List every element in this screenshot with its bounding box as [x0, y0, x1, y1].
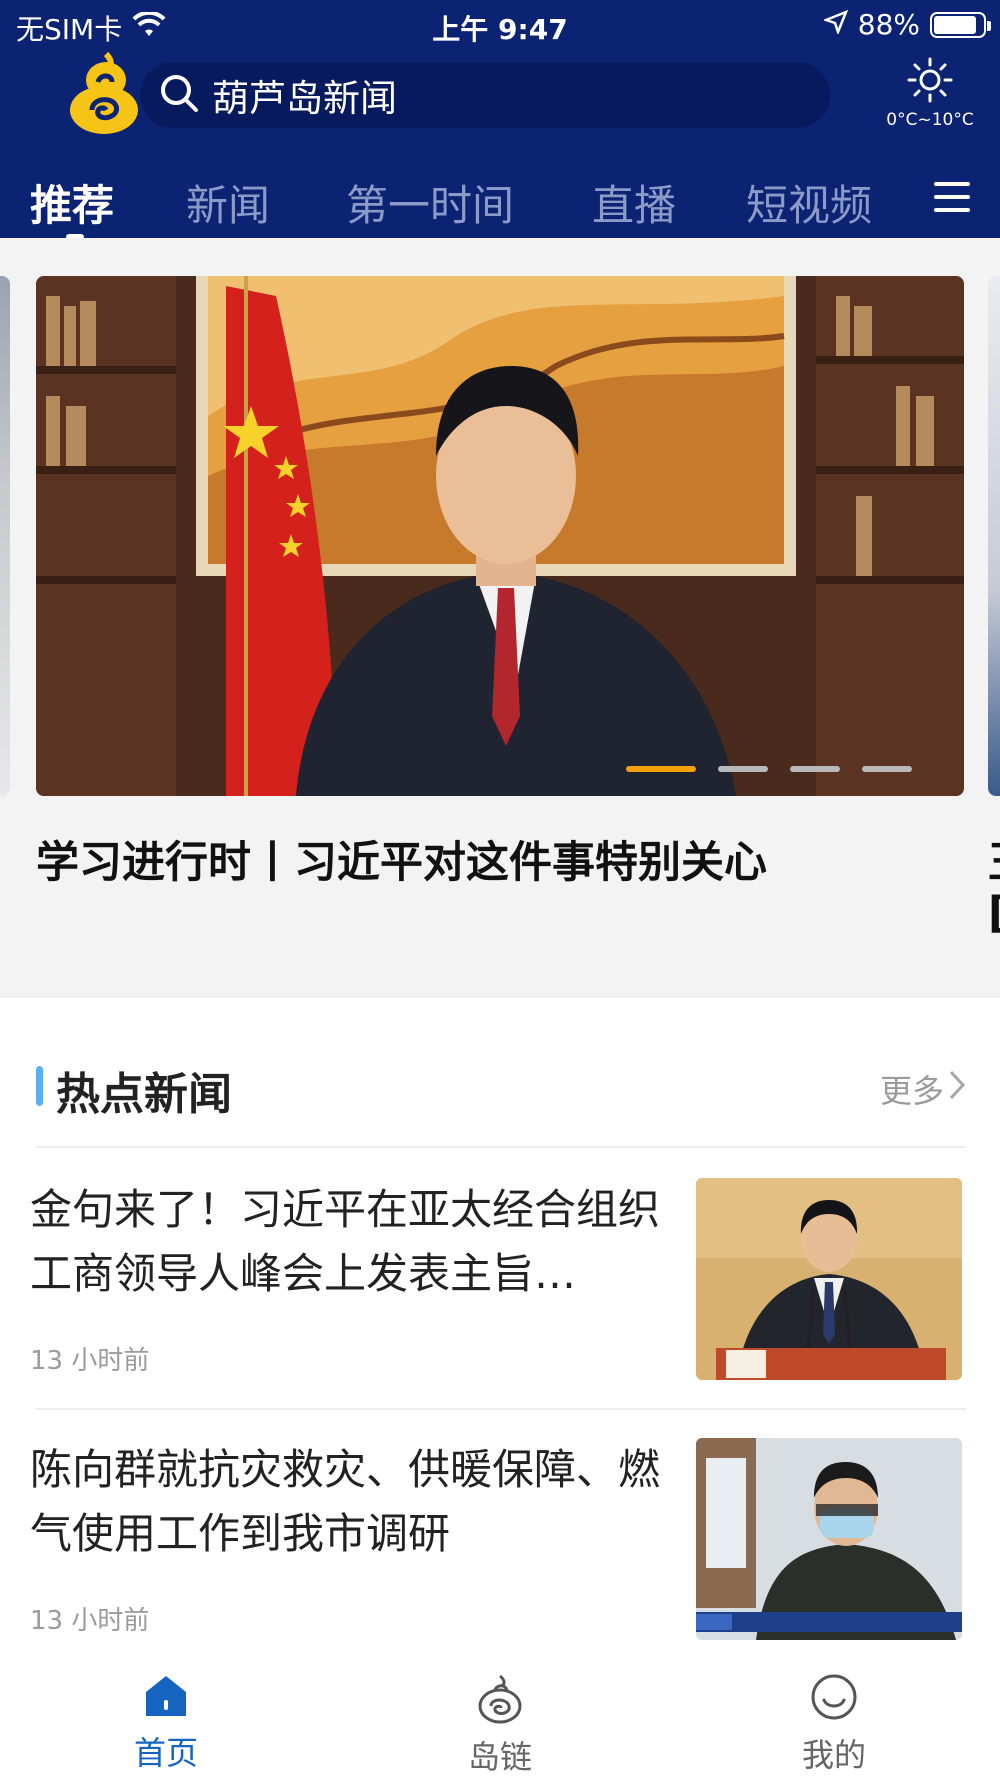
bottom-tab-bar: 首页 岛链 我的	[0, 1660, 1000, 1778]
carousel-dot[interactable]	[718, 766, 768, 772]
news-title: 金句来了！习近平在亚太经合组织工商领导人峰会上发表主旨…	[30, 1185, 661, 1298]
carousel-dot[interactable]	[626, 766, 696, 772]
category-tabs: 推荐 新闻 第一时间 直播 短视频	[0, 152, 1000, 240]
news-thumbnail	[696, 1438, 962, 1640]
battery-icon	[930, 11, 991, 38]
more-label: 更多	[879, 1072, 944, 1110]
divider	[36, 1408, 966, 1410]
status-bar: 无SIM卡 上午 9:47 88%	[0, 0, 1000, 50]
carousel-title[interactable]: 学习进行时丨习近平对这件事特别关心	[36, 828, 936, 890]
carousel-slide-image[interactable]	[36, 276, 964, 796]
carousel-dots	[626, 766, 912, 774]
tab-live[interactable]: 直播	[592, 172, 676, 233]
weather-widget[interactable]: 0°C~10°C	[870, 56, 990, 136]
more-link[interactable]: 更多	[880, 1066, 966, 1112]
news-thumbnail	[696, 1178, 962, 1380]
news-time: 13 小时前	[30, 1606, 150, 1636]
app-logo[interactable]	[66, 51, 142, 136]
tab-news[interactable]: 新闻	[186, 172, 270, 233]
menu-icon[interactable]	[934, 182, 970, 212]
tab-first-time[interactable]: 第一时间	[346, 172, 514, 233]
tabbar-home-label: 首页	[133, 1734, 198, 1772]
carousel-dot[interactable]	[790, 766, 840, 772]
profile-icon	[764, 1672, 904, 1726]
weather-temp: 0°C~10°C	[886, 110, 974, 130]
tab-recommend[interactable]: 推荐	[30, 172, 114, 233]
sun-icon	[906, 57, 954, 108]
section-accent-bar	[36, 1066, 43, 1106]
news-item[interactable]: 金句来了！习近平在亚太经合组织工商领导人峰会上发表主旨… 13 小时前	[30, 1178, 970, 1388]
location-icon	[822, 8, 849, 41]
carousel-dot[interactable]	[862, 766, 912, 772]
news-title: 陈向群就抗灾救灾、供暖保障、燃气使用工作到我市调研	[30, 1445, 661, 1558]
divider	[36, 1146, 966, 1148]
tabbar-island-chain[interactable]: 岛链	[430, 1672, 570, 1778]
carousel-next-title-line2: [	[988, 888, 1000, 938]
chevron-right-icon	[948, 1069, 966, 1109]
section-title: 热点新闻	[56, 1069, 232, 1120]
carousel: 学习进行时丨习近平对这件事特别关心 王 [	[0, 238, 1000, 998]
search-bar[interactable]: 葫芦岛新闻	[140, 62, 830, 128]
tabbar-island-chain-label: 岛链	[467, 1738, 532, 1776]
tabbar-profile[interactable]: 我的	[764, 1672, 904, 1776]
search-icon	[158, 72, 200, 118]
carousel-prev-slide[interactable]	[0, 276, 10, 796]
carousel-next-title: 王	[988, 828, 1000, 890]
tabbar-profile-label: 我的	[801, 1736, 866, 1774]
home-icon	[96, 1672, 236, 1724]
battery-percent: 88%	[857, 8, 920, 41]
section-header: 热点新闻 更多	[36, 1058, 966, 1120]
hot-news-section: 热点新闻 更多 金句来了！习近平在亚太经合组织工商领导人峰会上发表主旨… 13 …	[0, 1020, 1000, 1660]
news-item[interactable]: 陈向群就抗灾救灾、供暖保障、燃气使用工作到我市调研 13 小时前	[30, 1438, 970, 1648]
search-text: 葫芦岛新闻	[212, 77, 397, 120]
app-header: 无SIM卡 上午 9:47 88% 葫芦岛新闻 0°C~10°C 推荐 新闻 第…	[0, 0, 1000, 240]
tabbar-home[interactable]: 首页	[96, 1672, 236, 1774]
tab-short-video[interactable]: 短视频	[746, 172, 872, 233]
carousel-next-slide[interactable]	[988, 276, 1000, 796]
news-time: 13 小时前	[30, 1346, 150, 1376]
island-chain-icon	[430, 1672, 570, 1728]
